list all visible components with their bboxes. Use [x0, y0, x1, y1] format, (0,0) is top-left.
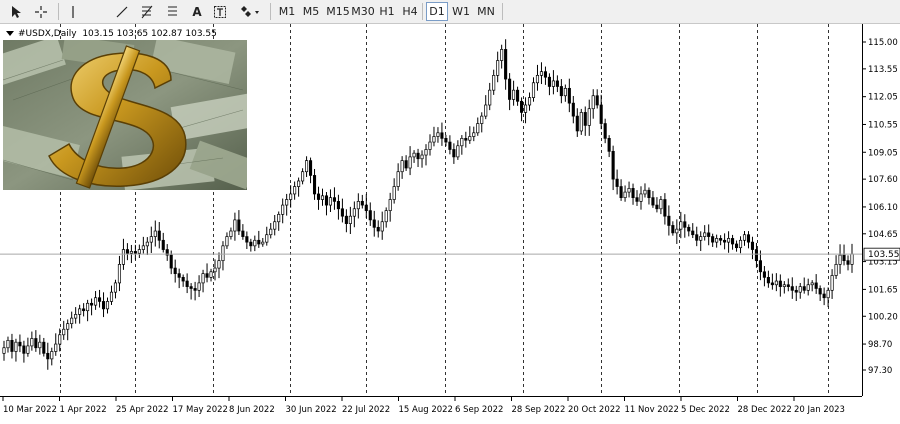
fibonacci-channel-icon[interactable] — [163, 2, 185, 21]
timeframe-h1[interactable]: H1 — [376, 2, 398, 21]
x-tick-label: 11 Nov 2022 — [625, 405, 679, 415]
y-tick-label: 112.05 — [868, 93, 898, 103]
y-tick-label: 115.00 — [868, 38, 898, 48]
candle — [579, 108, 583, 135]
x-tick-label: 1 Apr 2022 — [60, 405, 107, 415]
y-tick-label: 97.30 — [868, 366, 892, 376]
x-tick-label: 20 Oct 2022 — [568, 405, 621, 415]
x-tick-label: 25 Apr 2022 — [116, 405, 169, 415]
timeframe-h4[interactable]: H4 — [399, 2, 421, 21]
timeframe-d1[interactable]: D1 — [426, 2, 448, 21]
timeframe-m5[interactable]: M5 — [300, 2, 322, 21]
y-tick-label: 113.55 — [868, 65, 898, 75]
dollar-sign-image — [3, 40, 247, 190]
cursor-icon[interactable] — [6, 2, 26, 21]
x-tick-label: 22 Jul 2022 — [342, 405, 390, 415]
y-tick-label: 100.20 — [868, 312, 898, 322]
toolbar-separator — [58, 3, 59, 20]
toolbar-separator — [502, 3, 503, 20]
toolbar-separator — [422, 3, 423, 20]
x-tick-label: 6 Sep 2022 — [455, 405, 503, 415]
x-tick-label: 5 Dec 2022 — [681, 405, 730, 415]
y-tick-label: 98.70 — [868, 340, 892, 350]
symbol-label: #USDX,Daily — [18, 29, 77, 39]
x-tick-label: 17 May 2022 — [173, 405, 228, 415]
ohlc-label: 103.15 103.65 102.87 103.55 — [82, 29, 217, 39]
x-tick-label: 20 Jan 2023 — [794, 405, 845, 415]
timeframe-m1[interactable]: M1 — [276, 2, 298, 21]
chart-menu-arrow-icon[interactable] — [6, 31, 14, 36]
x-tick-label: 28 Sep 2022 — [512, 405, 566, 415]
text-label-icon[interactable] — [210, 2, 230, 21]
timeframe-m15[interactable]: M15 — [325, 2, 351, 21]
timeframe-w1[interactable]: W1 — [450, 2, 472, 21]
current-price-label: 103.55 — [868, 250, 900, 260]
trendline-icon[interactable] — [112, 2, 132, 21]
y-tick-label: 101.65 — [868, 285, 898, 295]
x-tick-label: 10 Mar 2022 — [3, 405, 57, 415]
toolbar: A M1 M5 M15 M30 H1 H4 D1 W1 MN — [0, 0, 900, 24]
timeframe-mn[interactable]: MN — [474, 2, 498, 21]
vertical-line-icon[interactable] — [64, 2, 82, 21]
chart-title: #USDX,Daily 103.15 103.65 102.87 103.55 — [18, 29, 217, 39]
x-tick-label: 28 Dec 2022 — [738, 405, 792, 415]
y-tick-label: 106.10 — [868, 203, 898, 213]
y-tick-label: 110.55 — [868, 120, 898, 130]
x-tick-label: 30 Jun 2022 — [286, 405, 337, 415]
x-tick-label: 8 Jun 2022 — [229, 405, 275, 415]
fibonacci-icon[interactable] — [137, 2, 159, 21]
text-icon[interactable]: A — [188, 2, 206, 21]
y-tick-label: 109.05 — [868, 148, 898, 158]
toolbar-separator — [270, 3, 271, 20]
timeframe-m30[interactable]: M30 — [350, 2, 376, 21]
y-tick-label: 107.60 — [868, 175, 898, 185]
y-tick-label: 104.65 — [868, 230, 898, 240]
x-tick-label: 15 Aug 2022 — [399, 405, 453, 415]
crosshair-icon[interactable] — [31, 2, 51, 21]
shapes-icon[interactable] — [236, 2, 264, 21]
